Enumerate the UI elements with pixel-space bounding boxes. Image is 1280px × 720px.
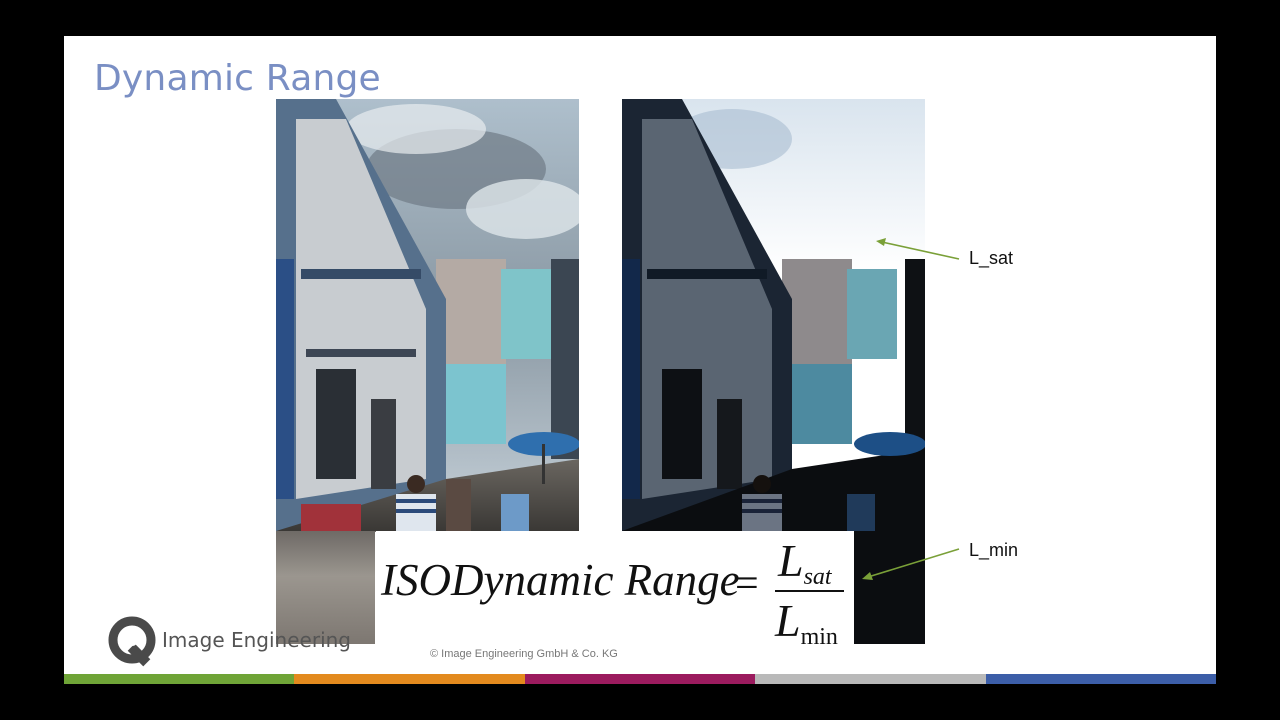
brand-bar-segment-gray xyxy=(755,674,986,684)
image-engineering-logo: Image Engineering xyxy=(106,616,366,670)
annotation-l-min: L_min xyxy=(969,540,1019,560)
brand-bar-segment-orange xyxy=(294,674,525,684)
logo-text: Image Engineering xyxy=(162,628,351,652)
annotation-l-sat: L_sat xyxy=(969,248,1014,268)
slide-title: Dynamic Range xyxy=(94,58,381,99)
brand-bar-segment-blue xyxy=(985,674,1216,684)
slide: Dynamic Range ISODynamic Range = Lsat Lm… xyxy=(64,36,1216,684)
brand-bar-segment-magenta xyxy=(524,674,756,684)
annotation-arrows xyxy=(862,238,960,580)
arrow-lmin xyxy=(862,548,960,580)
brand-color-bar xyxy=(64,674,1216,684)
copyright-text: © Image Engineering GmbH & Co. KG xyxy=(430,648,618,660)
arrow-lsat xyxy=(876,238,960,260)
logo-mark-icon xyxy=(108,616,156,667)
brand-bar-segment-green xyxy=(64,674,295,684)
